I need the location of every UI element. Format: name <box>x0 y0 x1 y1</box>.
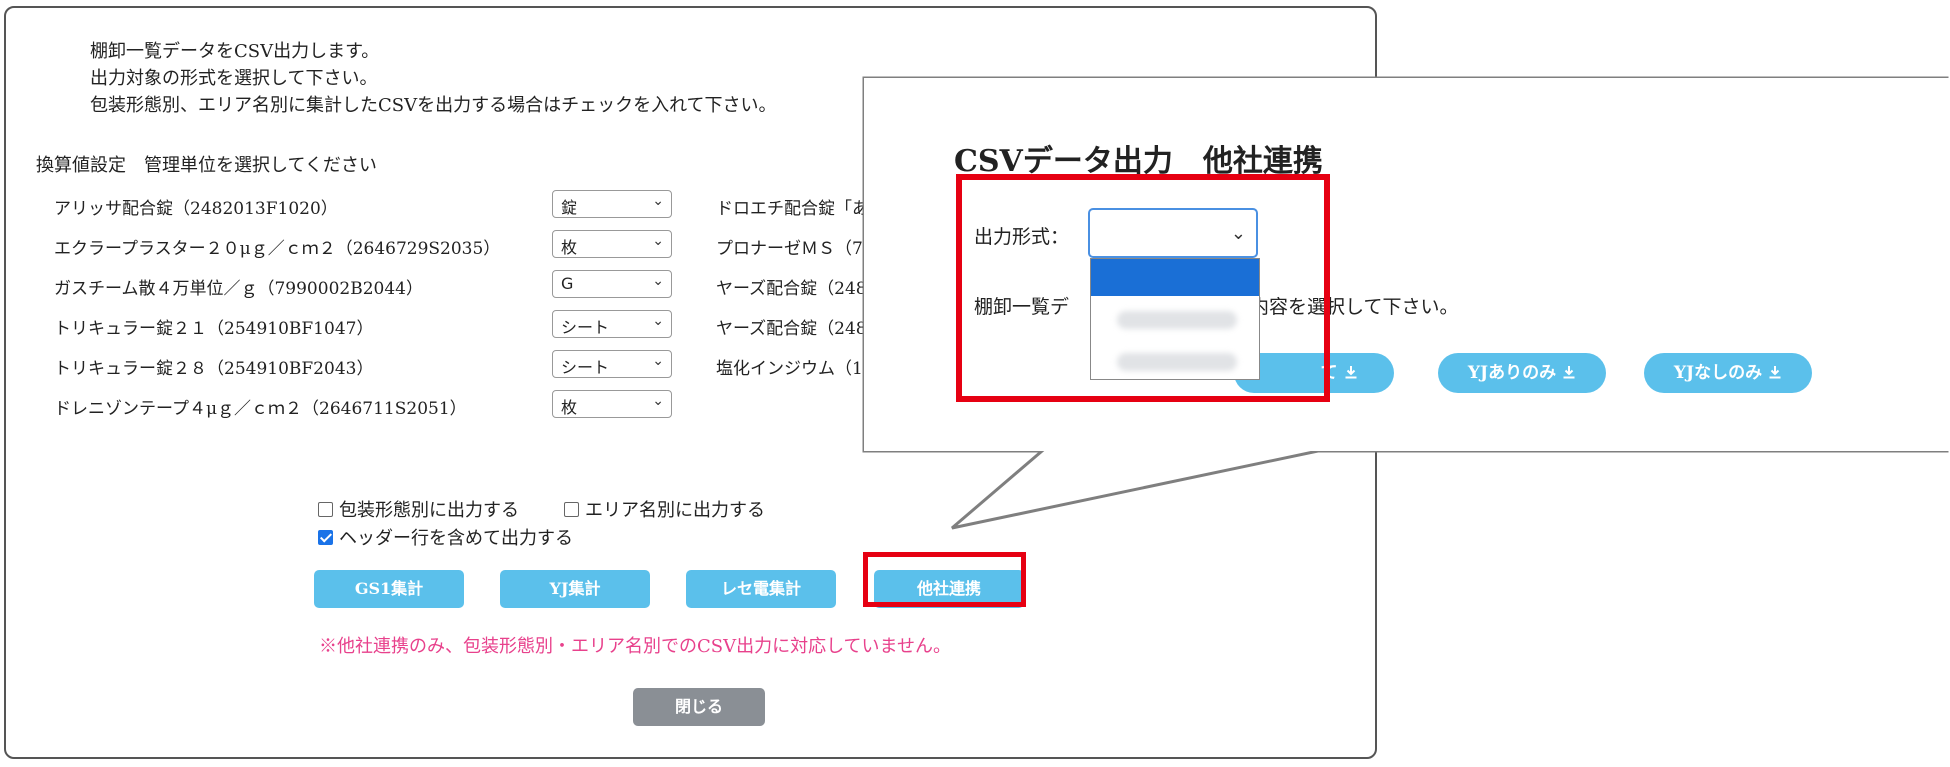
download-icon <box>1769 366 1781 379</box>
download-yj-only-button[interactable]: YJありのみ <box>1438 353 1606 393</box>
download-no-yj-button[interactable]: YJなしのみ <box>1644 353 1812 393</box>
download-icon <box>1563 366 1575 379</box>
download-icon <box>1345 366 1356 379</box>
highlight-box-format <box>956 174 1330 402</box>
